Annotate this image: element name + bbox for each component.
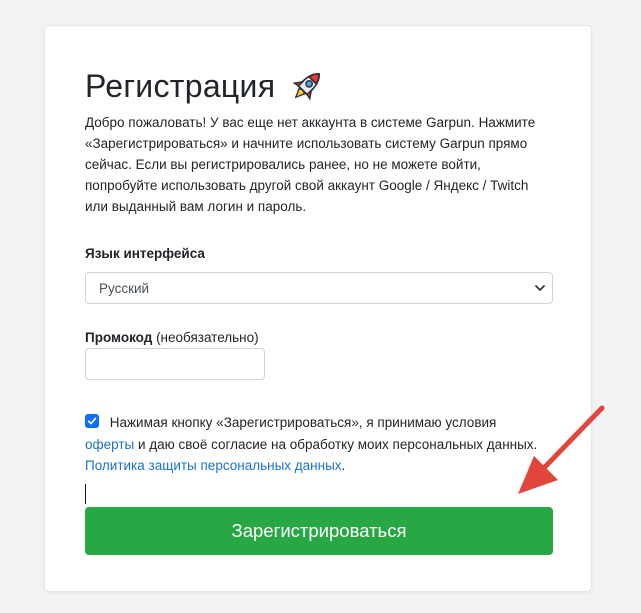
register-button[interactable]: Зарегистрироваться	[85, 507, 553, 555]
registration-card: Регистрация Добро пожаловать! У вас еще …	[44, 25, 592, 592]
rocket-icon	[287, 66, 327, 106]
offer-link[interactable]: оферты	[85, 437, 134, 452]
privacy-policy-link[interactable]: Политика защиты персональных данных	[85, 458, 342, 473]
promo-label: Промокод (необязательно)	[85, 330, 259, 345]
consent-text: Нажимая кнопку «Зарегистрироваться», я п…	[85, 412, 565, 477]
promo-label-optional: (необязательно)	[156, 330, 259, 345]
language-select[interactable]: Русский	[85, 272, 553, 304]
consent-text-part-2: и даю своё согласие на обработку моих пе…	[134, 436, 538, 452]
page-title-text: Регистрация	[85, 68, 276, 104]
chevron-down-icon	[534, 282, 546, 294]
language-select-value: Русский	[99, 280, 150, 296]
intro-text: Добро пожаловать! У вас еще нет аккаунта…	[85, 115, 536, 214]
language-label: Язык интерфейса	[85, 246, 205, 261]
page-title: Регистрация	[85, 66, 327, 106]
consent-text-part-1: Нажимая кнопку «Зарегистрироваться», я п…	[109, 415, 497, 430]
consent-text-part-3: .	[341, 458, 346, 473]
text-cursor	[85, 484, 86, 504]
promo-label-title: Промокод	[85, 330, 153, 345]
promo-code-input[interactable]	[85, 348, 265, 380]
